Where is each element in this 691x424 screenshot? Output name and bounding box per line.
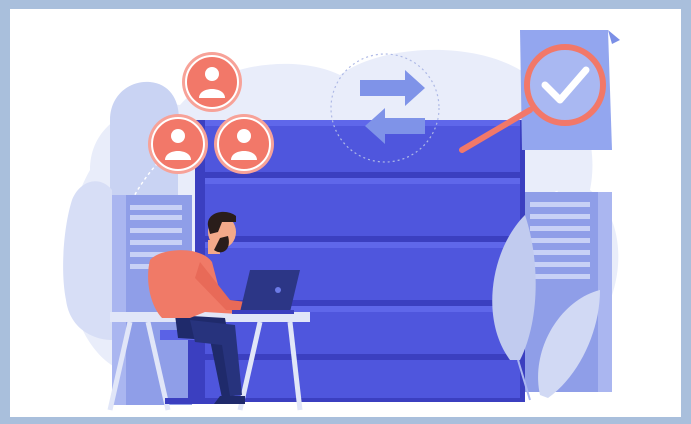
user-avatar-icon <box>182 52 242 112</box>
user-avatar-icon <box>148 114 208 174</box>
user-avatar-icon <box>214 114 274 174</box>
server-unit <box>205 178 520 236</box>
server-connection-illustration <box>0 0 691 424</box>
illustration-frame <box>0 0 691 424</box>
